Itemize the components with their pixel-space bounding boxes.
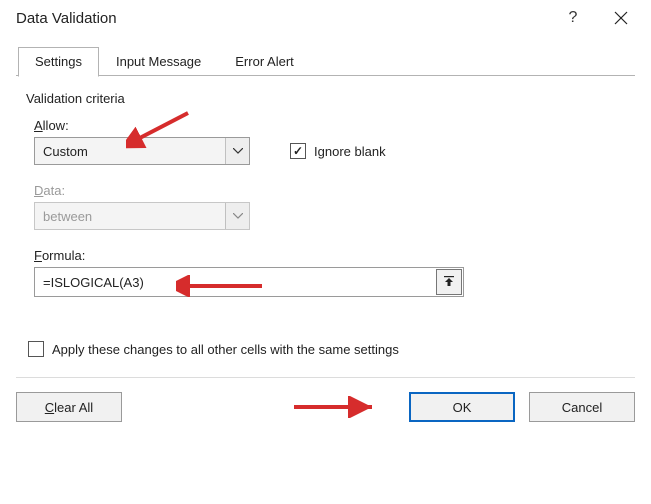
close-button[interactable] bbox=[601, 3, 641, 33]
annotation-arrow-icon bbox=[290, 396, 380, 418]
tab-settings[interactable]: Settings bbox=[18, 47, 99, 77]
chevron-down-icon bbox=[225, 203, 249, 229]
formula-input[interactable]: =ISLOGICAL(A3) bbox=[34, 267, 464, 297]
range-picker-button[interactable] bbox=[436, 269, 462, 295]
apply-all-label: Apply these changes to all other cells w… bbox=[52, 342, 399, 357]
tab-input-message[interactable]: Input Message bbox=[99, 47, 218, 77]
data-select: between bbox=[34, 202, 250, 230]
tab-error-alert[interactable]: Error Alert bbox=[218, 47, 311, 77]
close-icon bbox=[614, 11, 628, 25]
clear-all-button[interactable]: Clear All bbox=[16, 392, 122, 422]
apply-all-checkbox[interactable] bbox=[28, 341, 44, 357]
ok-button[interactable]: OK bbox=[409, 392, 515, 422]
data-label: Data: bbox=[34, 183, 625, 198]
data-select-value: between bbox=[35, 203, 225, 229]
cancel-button[interactable]: Cancel bbox=[529, 392, 635, 422]
dialog-title: Data Validation bbox=[16, 10, 553, 27]
allow-label: Allow: bbox=[34, 118, 625, 133]
formula-label: Formula: bbox=[34, 248, 625, 263]
help-button[interactable]: ? bbox=[553, 3, 593, 33]
chevron-down-icon bbox=[225, 138, 249, 164]
ignore-blank-checkbox[interactable] bbox=[290, 143, 306, 159]
criteria-heading: Validation criteria bbox=[26, 91, 625, 106]
allow-select[interactable]: Custom bbox=[34, 137, 250, 165]
arrow-up-icon bbox=[443, 276, 455, 288]
ignore-blank-label: Ignore blank bbox=[314, 144, 386, 159]
formula-value: =ISLOGICAL(A3) bbox=[35, 268, 435, 296]
allow-select-value: Custom bbox=[35, 138, 225, 164]
